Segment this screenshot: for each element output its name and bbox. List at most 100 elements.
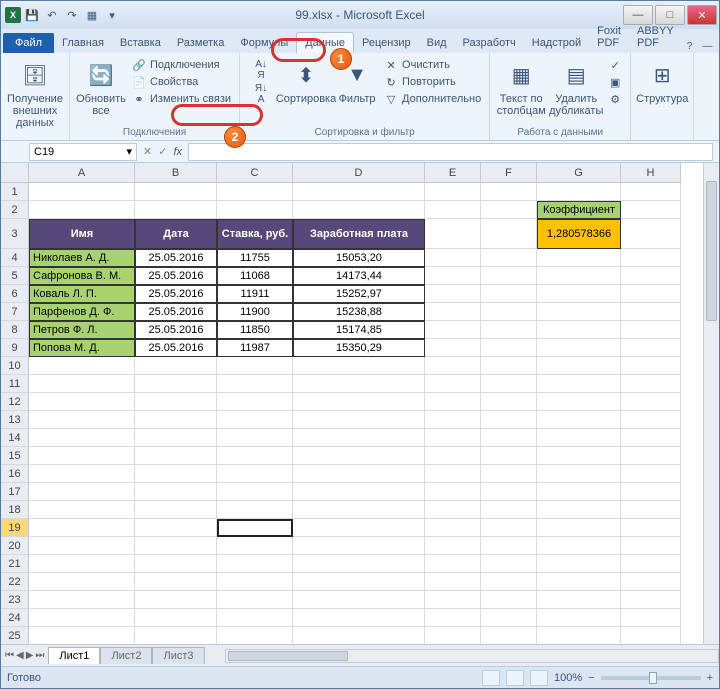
sort-button[interactable]: ⬍ Сортировка [280, 55, 332, 105]
cell[interactable] [293, 465, 425, 483]
cell[interactable] [425, 609, 481, 627]
row-header[interactable]: 22 [1, 573, 29, 591]
close-button[interactable]: ✕ [687, 5, 717, 25]
cell[interactable] [425, 303, 481, 321]
cell[interactable] [29, 555, 135, 573]
tab-formulas[interactable]: Формулы [232, 33, 296, 53]
row-header[interactable]: 4 [1, 249, 29, 267]
cell[interactable] [537, 429, 621, 447]
cell[interactable] [293, 519, 425, 537]
column-header[interactable]: H [621, 163, 681, 183]
cell[interactable] [29, 501, 135, 519]
mdi-minimize-icon[interactable]: — [700, 39, 716, 53]
properties-button[interactable]: 📄 Свойства [130, 74, 233, 90]
view-layout-button[interactable] [506, 670, 524, 686]
cell[interactable]: 11900 [217, 303, 293, 321]
cell[interactable] [481, 267, 537, 285]
cell[interactable] [217, 501, 293, 519]
horizontal-scrollbar[interactable] [225, 649, 720, 663]
row-header[interactable]: 11 [1, 375, 29, 393]
cell[interactable]: 25.05.2016 [135, 249, 217, 267]
cell[interactable] [481, 303, 537, 321]
row-header[interactable]: 12 [1, 393, 29, 411]
horizontal-scroll-thumb[interactable] [228, 651, 348, 661]
cell[interactable] [29, 393, 135, 411]
cell[interactable] [293, 537, 425, 555]
tab-view[interactable]: Вид [419, 33, 455, 53]
cell[interactable] [537, 411, 621, 429]
cell[interactable] [293, 447, 425, 465]
fx-icon[interactable]: fx [173, 146, 182, 158]
cell[interactable] [425, 483, 481, 501]
cell[interactable] [135, 627, 217, 644]
cell[interactable] [217, 519, 293, 537]
row-header[interactable]: 10 [1, 357, 29, 375]
cell[interactable]: Попова М. Д. [29, 339, 135, 357]
cell[interactable] [481, 393, 537, 411]
cell[interactable] [537, 483, 621, 501]
cell[interactable] [29, 183, 135, 201]
cell[interactable] [481, 339, 537, 357]
cell[interactable] [621, 321, 681, 339]
cell[interactable] [29, 537, 135, 555]
cell[interactable] [293, 591, 425, 609]
cell[interactable] [621, 573, 681, 591]
data-tool-3[interactable]: ⚙ [606, 91, 624, 107]
column-header[interactable]: D [293, 163, 425, 183]
help-icon[interactable]: ? [682, 39, 698, 53]
cell[interactable]: 15174,85 [293, 321, 425, 339]
cell[interactable] [425, 321, 481, 339]
cell[interactable] [621, 339, 681, 357]
external-data-button[interactable]: 🗄 Получение внешних данных [7, 55, 63, 129]
cell[interactable] [135, 393, 217, 411]
edit-links-button[interactable]: ⚭ Изменить связи [130, 91, 233, 107]
tab-nav-prev-icon[interactable]: ◀ [16, 650, 24, 661]
cell[interactable] [135, 519, 217, 537]
row-header[interactable]: 9 [1, 339, 29, 357]
cell[interactable] [537, 267, 621, 285]
cell[interactable] [135, 375, 217, 393]
tab-review[interactable]: Рецензир [354, 33, 419, 53]
cell[interactable] [217, 465, 293, 483]
cell[interactable] [621, 609, 681, 627]
cell[interactable] [425, 393, 481, 411]
cell[interactable]: 25.05.2016 [135, 303, 217, 321]
cell[interactable] [537, 555, 621, 573]
cell[interactable] [481, 219, 537, 249]
cell[interactable] [537, 519, 621, 537]
cell[interactable] [621, 201, 681, 219]
cell[interactable] [481, 555, 537, 573]
cell[interactable] [29, 483, 135, 501]
row-header[interactable]: 6 [1, 285, 29, 303]
cell[interactable] [293, 357, 425, 375]
advanced-filter-button[interactable]: ▽ Дополнительно [382, 91, 483, 107]
cell[interactable] [135, 183, 217, 201]
cell[interactable] [621, 465, 681, 483]
cell[interactable] [29, 447, 135, 465]
cell[interactable] [621, 357, 681, 375]
cell[interactable] [481, 483, 537, 501]
cell[interactable] [135, 483, 217, 501]
cell[interactable]: 11755 [217, 249, 293, 267]
cell[interactable] [29, 411, 135, 429]
cell[interactable] [537, 393, 621, 411]
zoom-out-icon[interactable]: − [588, 672, 594, 684]
cell[interactable] [481, 201, 537, 219]
row-header[interactable]: 19 [1, 519, 29, 537]
cell[interactable]: 25.05.2016 [135, 321, 217, 339]
formula-bar[interactable] [188, 143, 713, 161]
cell[interactable] [135, 573, 217, 591]
cell[interactable] [293, 483, 425, 501]
cell[interactable] [621, 183, 681, 201]
row-header[interactable]: 21 [1, 555, 29, 573]
cell[interactable] [621, 447, 681, 465]
cell[interactable] [217, 429, 293, 447]
remove-duplicates-button[interactable]: ▤ Удалить дубликаты [550, 55, 602, 117]
cell[interactable] [293, 555, 425, 573]
cell[interactable] [293, 609, 425, 627]
vertical-scroll-thumb[interactable] [706, 181, 717, 321]
cell[interactable] [425, 591, 481, 609]
cell[interactable] [135, 537, 217, 555]
cell[interactable] [481, 519, 537, 537]
cell[interactable] [217, 357, 293, 375]
